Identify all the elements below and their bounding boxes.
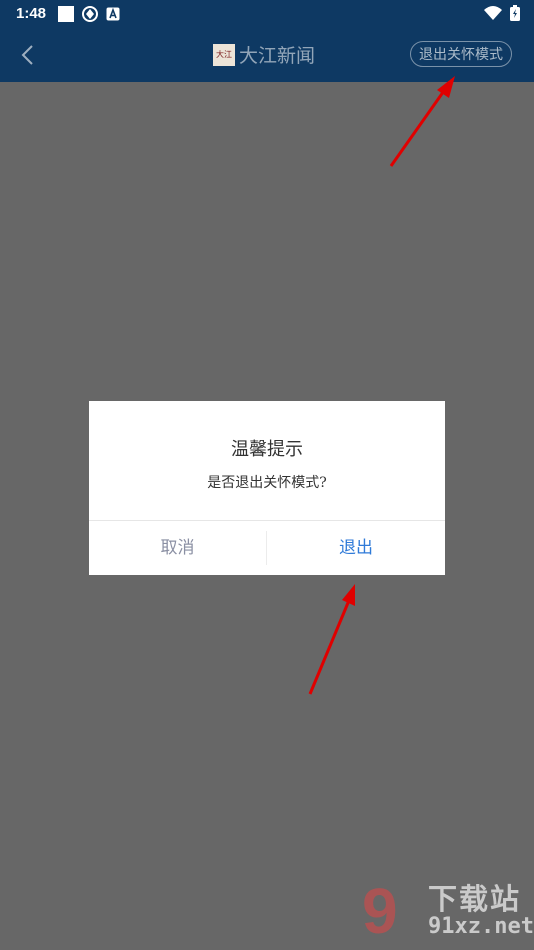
status-bar: 1:48 [0, 0, 534, 28]
app-notification-icon [106, 7, 120, 21]
status-time: 1:48 [16, 5, 47, 22]
annotation-arrow-top [389, 76, 455, 167]
sync-icon [82, 6, 98, 22]
cancel-button[interactable]: 取消 [89, 521, 266, 575]
dialog-title: 温馨提示 [231, 439, 303, 460]
exit-care-mode-dialog: 温馨提示 是否退出关怀模式? 取消 退出 [89, 401, 445, 575]
watermark-logo-icon: 9 [362, 875, 398, 947]
wifi-icon [484, 6, 502, 20]
watermark-top-text: 下载站 [428, 882, 522, 916]
brand: 大江 大江新闻 [213, 41, 315, 68]
notification-icons [58, 6, 120, 22]
exit-care-mode-button[interactable]: 退出关怀模式 [410, 41, 512, 67]
back-arrow-icon[interactable] [14, 40, 42, 70]
watermark: 9 下载站 91xz.net [362, 874, 534, 948]
brand-title: 大江新闻 [239, 45, 316, 67]
square-notification-icon [58, 6, 74, 22]
top-nav-bar: 大江 大江新闻 退出关怀模式 [0, 28, 534, 82]
brand-logo: 大江 [213, 43, 235, 66]
dialog-message: 是否退出关怀模式? [207, 475, 327, 491]
watermark-bottom-text: 91xz.net [428, 914, 534, 939]
confirm-exit-button[interactable]: 退出 [267, 521, 445, 575]
system-icons [484, 5, 520, 21]
annotation-arrow-bottom [308, 584, 355, 695]
battery-icon [510, 5, 520, 21]
